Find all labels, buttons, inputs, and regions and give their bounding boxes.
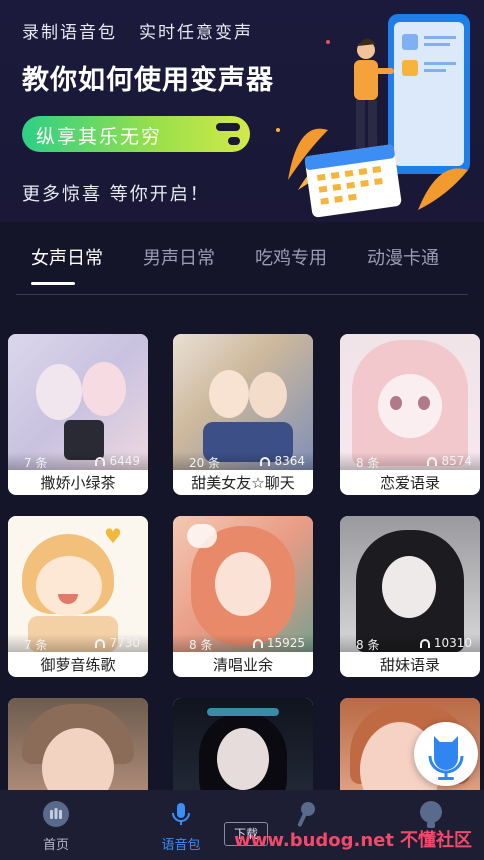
voice-pack-card[interactable]: 8 条 10310 甜妹语录 xyxy=(340,516,480,677)
voice-pack-card[interactable]: 8 条 15925 清唱业余 xyxy=(173,516,313,677)
voice-pack-stats: 7 条 7730 xyxy=(8,634,148,652)
clip-count: 20 条 xyxy=(189,456,221,470)
play-count: 8574 xyxy=(427,454,472,468)
voice-pack-cover: ♥ xyxy=(8,516,148,652)
profile-icon xyxy=(420,801,442,828)
play-count-value: 15925 xyxy=(266,636,305,650)
voice-pack-cover xyxy=(340,516,480,652)
voice-pack-cover xyxy=(173,698,313,790)
voice-pack-card[interactable]: 8 条 8574 恋爱语录 xyxy=(340,334,480,495)
play-count: 8364 xyxy=(260,454,305,468)
banner-title: 教你如何使用变声器 xyxy=(22,65,274,96)
voice-pack-name: 恋爱语录 xyxy=(379,474,440,492)
microphone-icon xyxy=(172,803,190,825)
watermark-url: www.budog.net xyxy=(234,830,394,851)
promo-banner[interactable]: 录制语音包 实时任意变声 教你如何使用变声器 纵享其乐无穷 更多惊喜 等你开启！ xyxy=(0,0,484,222)
clip-count: 8 条 xyxy=(189,638,213,652)
site-watermark: www.budog.net 不懂社区 xyxy=(234,826,472,852)
headphones-icon xyxy=(260,457,271,466)
pill-decoration xyxy=(228,137,240,145)
voice-pack-card[interactable] xyxy=(8,698,148,790)
voice-pack-card[interactable]: ♥ 7 条 7730 御萝音练歌 xyxy=(8,516,148,677)
voice-pack-name: 御萝音练歌 xyxy=(40,656,116,674)
category-tabs: 女声日常 男声日常 吃鸡专用 动漫卡通 xyxy=(0,222,484,298)
play-count-value: 8364 xyxy=(274,454,305,468)
active-tab-indicator xyxy=(31,282,75,285)
clip-count: 8 条 xyxy=(356,638,380,652)
nav-item-voice-pack[interactable]: 语音包 xyxy=(141,790,221,860)
play-count-value: 10310 xyxy=(433,636,472,650)
play-count-value: 8574 xyxy=(441,454,472,468)
record-mic-button[interactable] xyxy=(414,722,478,786)
voice-pack-stats: 8 条 8574 xyxy=(340,452,480,470)
voice-pack-stats: 20 条 8364 xyxy=(173,452,313,470)
voice-pack-name: 清唱业余 xyxy=(212,656,273,674)
clip-count: 7 条 xyxy=(24,456,48,470)
clip-count: 8 条 xyxy=(356,456,380,470)
voice-pack-stats: 8 条 15925 xyxy=(173,634,313,652)
play-count-value: 6449 xyxy=(109,454,140,468)
voice-pack-cover xyxy=(8,698,148,790)
voice-pack-cover xyxy=(173,334,313,470)
voice-pack-cover xyxy=(340,334,480,470)
headphones-icon xyxy=(419,639,430,648)
home-icon xyxy=(43,801,69,827)
tab-pubg[interactable]: 吃鸡专用 xyxy=(255,244,327,270)
microphone-icon xyxy=(428,736,464,780)
voice-pack-cover xyxy=(8,334,148,470)
banner-tagline-record: 录制语音包 xyxy=(22,23,117,43)
nav-label-voice-pack: 语音包 xyxy=(161,838,201,853)
voice-pack-stats: 8 条 10310 xyxy=(340,634,480,652)
play-count: 7730 xyxy=(95,636,140,650)
voice-pack-stats: 7 条 6449 xyxy=(8,452,148,470)
headphones-icon xyxy=(252,639,263,648)
pill-decoration xyxy=(216,123,240,131)
play-count-value: 7730 xyxy=(109,636,140,650)
tab-female-daily[interactable]: 女声日常 xyxy=(31,244,103,270)
voice-pack-grid: 7 条 6449 撒娇小绿茶 20 条 8364 甜美女友☆聊天 8 条 857… xyxy=(0,298,484,790)
headphones-icon xyxy=(95,457,106,466)
banner-illustration xyxy=(276,14,470,218)
nav-label-home: 首页 xyxy=(42,838,69,853)
headphones-icon xyxy=(95,639,106,648)
tabs-divider xyxy=(16,294,468,295)
banner-pill: 纵享其乐无穷 xyxy=(22,116,250,152)
banner-subtitle: 更多惊喜 等你开启！ xyxy=(22,184,210,205)
banner-tagline-realtime: 实时任意变声 xyxy=(139,23,253,43)
voice-pack-card[interactable]: 20 条 8364 甜美女友☆聊天 xyxy=(173,334,313,495)
mic-stand-icon xyxy=(297,802,315,827)
voice-pack-name: 甜妹语录 xyxy=(379,656,440,674)
play-count: 6449 xyxy=(95,454,140,468)
clip-count: 7 条 xyxy=(24,638,48,652)
watermark-text: 不懂社区 xyxy=(400,830,472,851)
tab-male-daily[interactable]: 男声日常 xyxy=(143,244,215,270)
voice-pack-card[interactable] xyxy=(173,698,313,790)
banner-pill-text: 纵享其乐无穷 xyxy=(36,126,163,148)
tab-anime-cartoon[interactable]: 动漫卡通 xyxy=(367,244,439,270)
nav-item-home[interactable]: 首页 xyxy=(16,790,96,860)
voice-pack-cover xyxy=(173,516,313,652)
voice-pack-name: 甜美女友☆聊天 xyxy=(191,474,295,492)
voice-pack-name: 撒娇小绿茶 xyxy=(40,474,116,492)
banner-tagline: 录制语音包 实时任意变声 xyxy=(22,18,253,43)
play-count: 10310 xyxy=(419,636,472,650)
headphones-icon xyxy=(427,457,438,466)
voice-pack-card[interactable]: 7 条 6449 撒娇小绿茶 xyxy=(8,334,148,495)
play-count: 15925 xyxy=(252,636,305,650)
